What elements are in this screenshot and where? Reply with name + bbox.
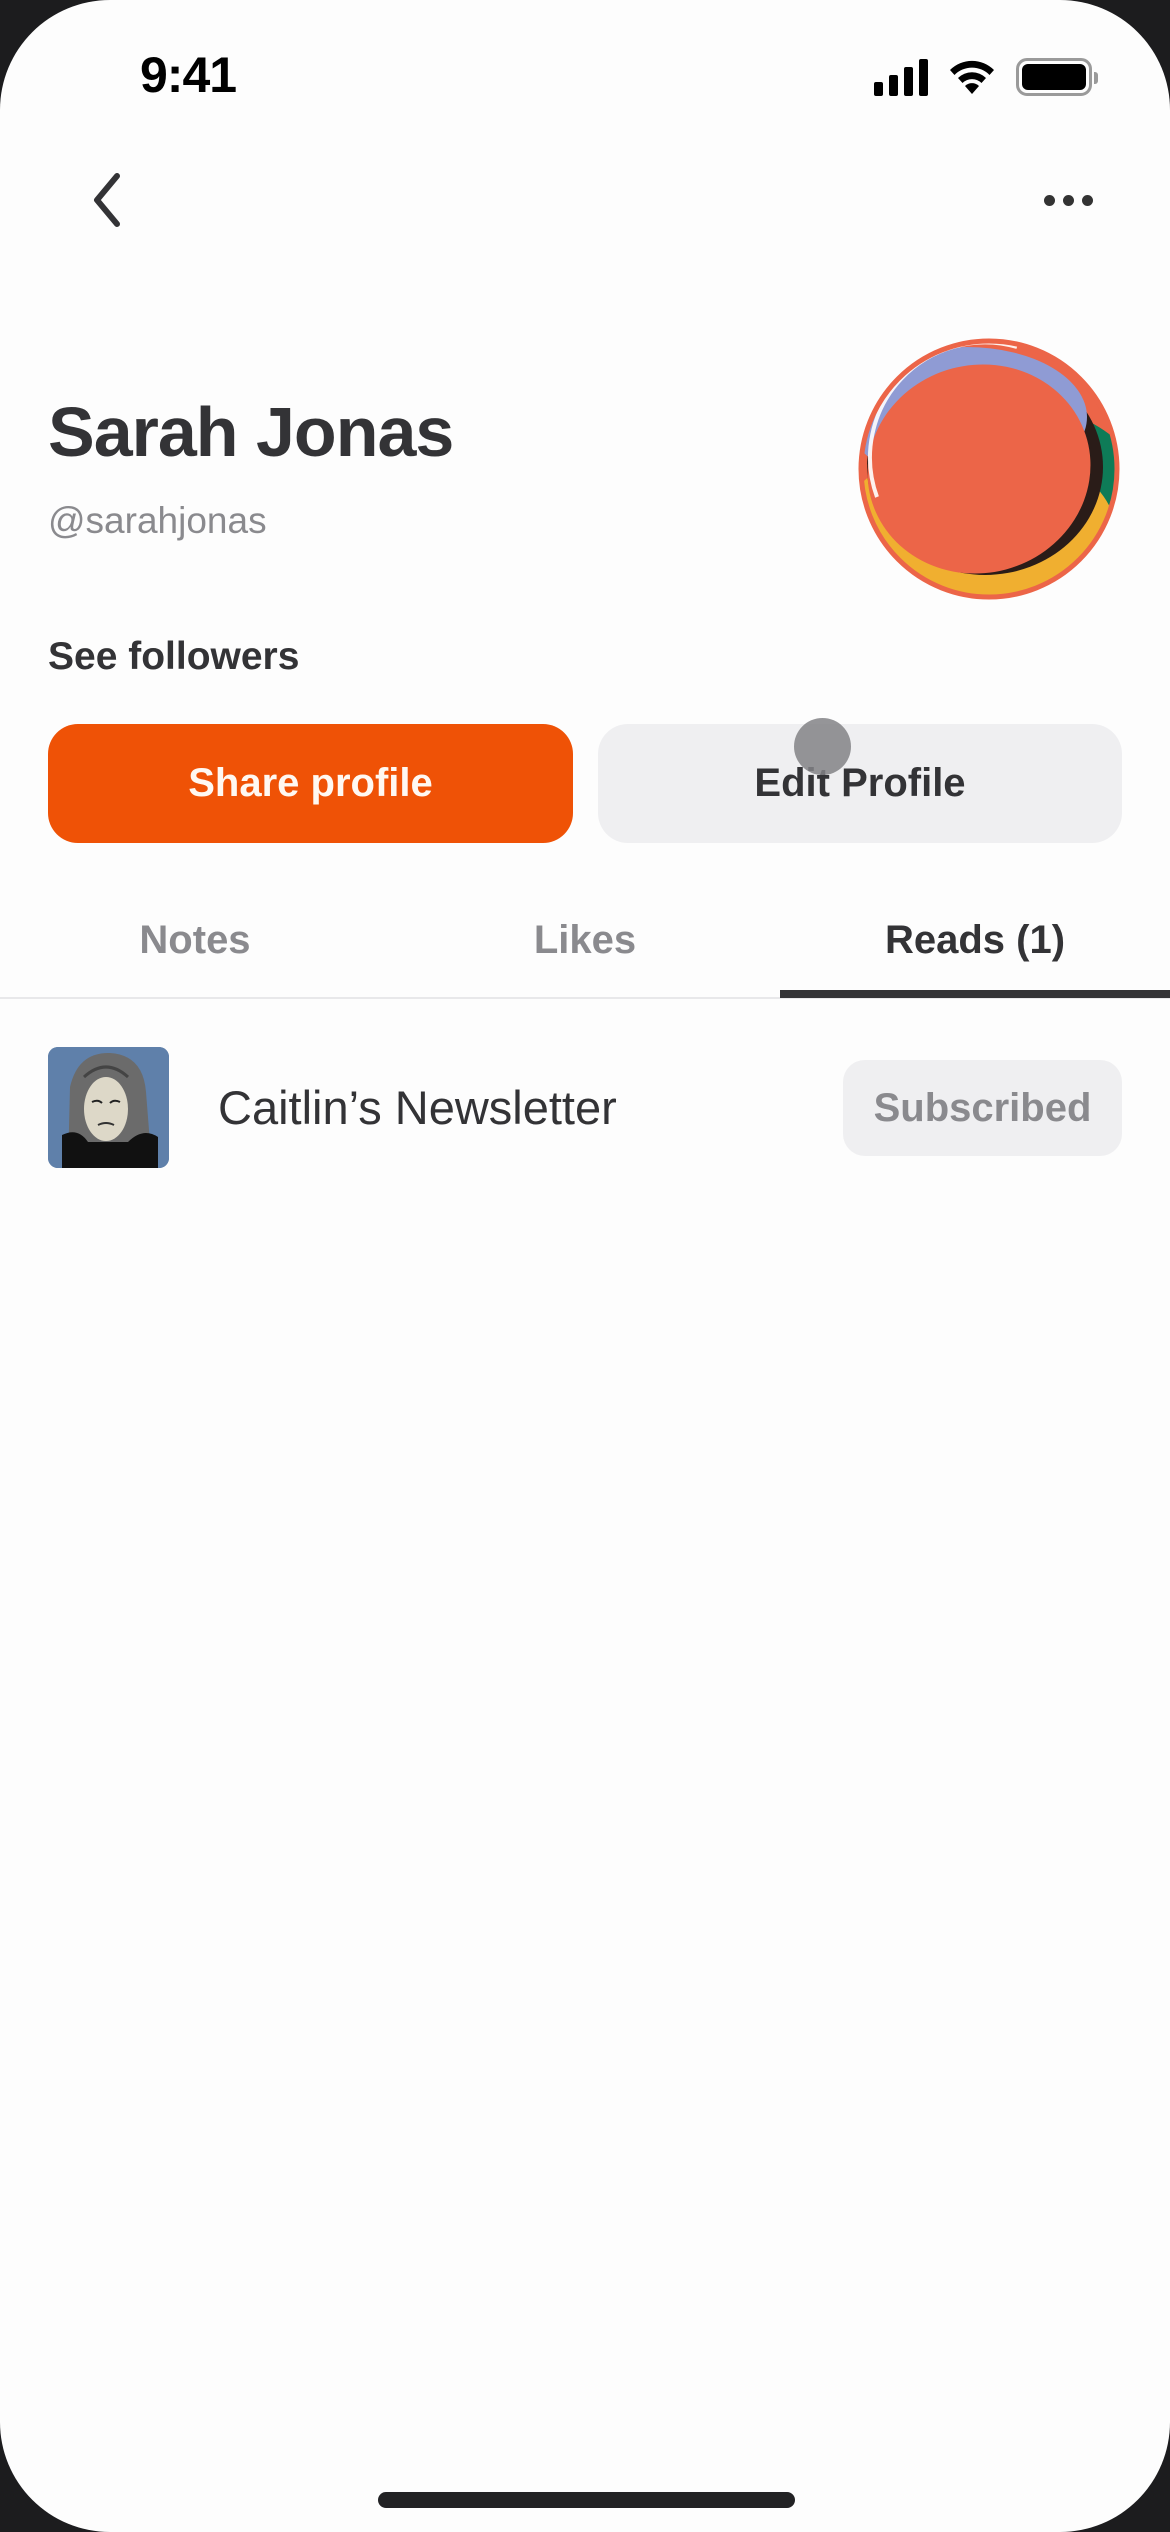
profile-avatar[interactable] [857,337,1121,601]
see-followers-link[interactable]: See followers [48,635,299,679]
active-tab-indicator [780,990,1170,998]
profile-name: Sarah Jonas [48,393,454,471]
wifi-icon [950,60,994,94]
chevron-left-icon [94,173,120,227]
tab-reads[interactable]: Reads (1) [780,890,1170,990]
profile-tabs: Notes Likes Reads (1) [0,890,1170,998]
tab-likes[interactable]: Likes [390,890,780,990]
subscribed-button[interactable]: Subscribed [843,1060,1122,1156]
battery-icon [1016,58,1098,96]
touch-indicator [794,718,851,775]
edit-profile-button[interactable]: Edit Profile [598,724,1122,843]
status-time: 9:41 [140,47,237,103]
tab-notes[interactable]: Notes [0,890,390,990]
home-indicator[interactable] [378,2492,795,2508]
profile-handle: @sarahjonas [48,500,267,541]
newsletter-thumbnail[interactable] [48,1047,169,1168]
status-icons [874,58,1098,96]
newsletter-title[interactable]: Caitlin’s Newsletter [218,1080,617,1135]
cellular-signal-icon [874,58,928,96]
back-button[interactable] [72,165,142,235]
more-options-button[interactable] [1028,170,1108,230]
ellipsis-icon [1043,194,1055,206]
profile-screen: 9:41 Sarah Jonas @sarahjonas See followe… [0,0,1170,2532]
share-profile-button[interactable]: Share profile [48,724,573,843]
list-item[interactable]: Caitlin’s Newsletter Subscribed [0,1040,1170,1175]
